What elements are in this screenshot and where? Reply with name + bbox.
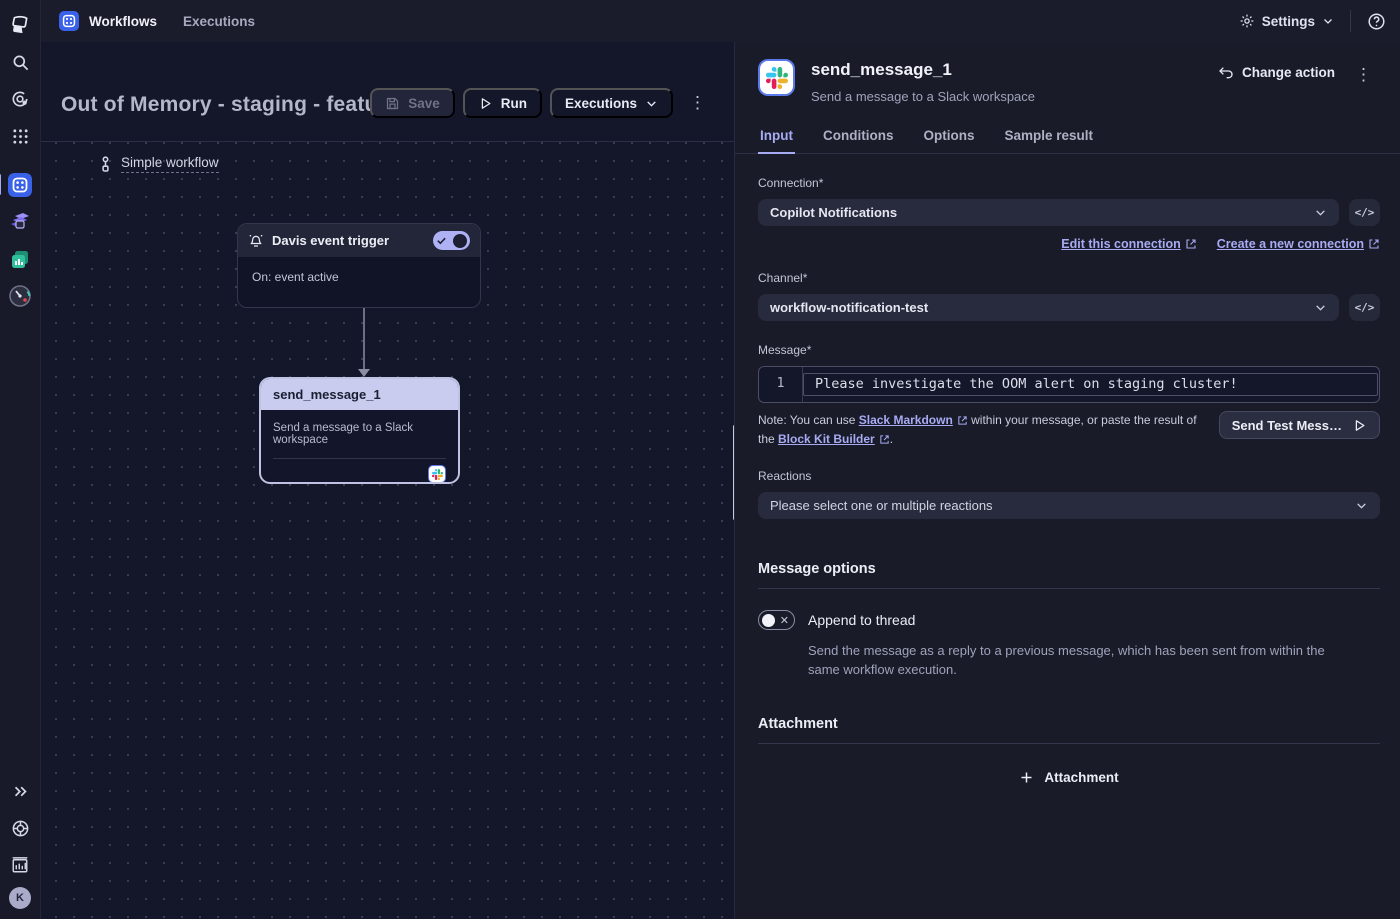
- usage-chart-icon[interactable]: [5, 850, 35, 880]
- workflows-app-icon[interactable]: [59, 11, 79, 31]
- rail-item-clouds-app[interactable]: [5, 207, 35, 237]
- help-button[interactable]: [1367, 12, 1386, 31]
- section-divider: [758, 588, 1380, 590]
- send-test-message-button[interactable]: Send Test Mess…: [1218, 411, 1380, 439]
- append-to-thread-description: Send the message as a reply to a previou…: [808, 643, 1325, 678]
- gear-icon: [1239, 13, 1255, 29]
- message-note: Note: You can use Slack Markdown within …: [758, 411, 1198, 449]
- slack-markdown-link[interactable]: Slack Markdown: [859, 411, 968, 430]
- chevron-down-icon: [1314, 206, 1327, 219]
- workflow-type-label: Simple workflow: [121, 155, 219, 173]
- add-attachment-button[interactable]: Attachment: [1009, 764, 1128, 791]
- line-number: 1: [759, 367, 803, 402]
- tab-sample-result[interactable]: Sample result: [1003, 122, 1096, 153]
- block-kit-builder-link[interactable]: Block Kit Builder: [778, 430, 890, 449]
- panel-title: send_message_1: [811, 60, 952, 79]
- action-node-selected[interactable]: send_message_1 Send a message to a Slack…: [260, 378, 459, 483]
- tab-conditions[interactable]: Conditions: [821, 122, 896, 153]
- message-options-heading: Message options: [758, 561, 876, 578]
- external-link-icon: [880, 435, 889, 444]
- trigger-node[interactable]: Davis event trigger On: event active: [237, 223, 481, 308]
- executions-dropdown[interactable]: Executions: [549, 88, 673, 118]
- panel-kebab-menu[interactable]: ⋮: [1347, 65, 1380, 85]
- message-editor[interactable]: 1 Please investigate the OOM alert on st…: [758, 366, 1380, 403]
- action-node-subtitle: Send a message to a Slack workspace: [273, 422, 413, 446]
- workflow-canvas[interactable]: Out of Memory - staging - feature… Save …: [41, 42, 734, 919]
- message-label: Message*: [758, 343, 812, 357]
- settings-button[interactable]: Settings: [1239, 13, 1334, 29]
- connection-label: Connection*: [758, 176, 824, 190]
- search-icon[interactable]: [5, 47, 35, 77]
- change-action-button[interactable]: Change action: [1218, 65, 1335, 80]
- app-rail: K: [0, 0, 41, 919]
- chevron-down-icon: [645, 97, 658, 110]
- active-app-indicator: [0, 174, 1, 195]
- chevron-down-icon: [1322, 15, 1334, 27]
- workflow-title: Out of Memory - staging - feature…: [61, 93, 370, 116]
- connection-select[interactable]: Copilot Notifications: [758, 199, 1339, 226]
- channel-label: Channel*: [758, 271, 808, 285]
- topbar: Workflows Executions Settings: [41, 0, 1400, 42]
- append-to-thread-label: Append to thread: [808, 612, 916, 629]
- save-icon: [385, 96, 400, 111]
- external-link-icon: [1369, 239, 1379, 249]
- topbar-divider: [1350, 10, 1351, 32]
- workflow-type-icon: [99, 155, 112, 173]
- external-link-icon: [958, 416, 967, 425]
- alarm-bell-icon: [248, 233, 264, 249]
- channel-code-button[interactable]: </>: [1349, 294, 1380, 321]
- play-icon: [478, 96, 493, 111]
- user-avatar[interactable]: K: [9, 887, 31, 909]
- panel-subtitle: Send a message to a Slack workspace: [811, 89, 1036, 104]
- trigger-node-subtitle: On: event active: [252, 270, 339, 284]
- expand-rail-icon[interactable]: [5, 776, 35, 806]
- copilot-icon[interactable]: [5, 84, 35, 114]
- external-link-icon: [1186, 239, 1196, 249]
- connection-code-button[interactable]: </>: [1349, 199, 1380, 226]
- nav-workflows[interactable]: Workflows: [89, 14, 157, 29]
- section-divider: [758, 743, 1380, 745]
- channel-select[interactable]: workflow-notification-test: [758, 294, 1339, 321]
- return-arrow-icon: [1218, 66, 1234, 80]
- message-input[interactable]: Please investigate the OOM alert on stag…: [803, 373, 1378, 396]
- canvas-kebab-menu[interactable]: ⋮: [681, 93, 714, 113]
- tab-options[interactable]: Options: [922, 122, 977, 153]
- panel-tabs: Input Conditions Options Sample result: [735, 122, 1400, 154]
- action-node-title: send_message_1: [261, 379, 458, 410]
- apps-grid-icon[interactable]: [5, 121, 35, 151]
- reactions-label: Reactions: [758, 469, 812, 484]
- tab-input[interactable]: Input: [758, 122, 795, 154]
- run-button[interactable]: Run: [462, 88, 542, 118]
- edit-connection-link[interactable]: Edit this connection: [1061, 237, 1196, 251]
- panel-resize-handle[interactable]: [733, 425, 734, 520]
- canvas-header: Out of Memory - staging - feature… Save …: [41, 42, 734, 142]
- dynatrace-logo-icon[interactable]: [5, 10, 35, 40]
- create-connection-link[interactable]: Create a new connection: [1217, 237, 1380, 251]
- trigger-node-title: Davis event trigger: [272, 233, 390, 248]
- workflow-type-chip[interactable]: Simple workflow: [99, 155, 219, 173]
- append-to-thread-toggle[interactable]: ✕: [758, 610, 795, 631]
- chevron-down-icon: [1314, 301, 1327, 314]
- panel-content: Connection* Copilot Notifications </> Ed…: [735, 154, 1400, 919]
- rail-item-gauge-app[interactable]: [5, 281, 35, 311]
- play-icon: [1355, 419, 1365, 431]
- edge-connector: [363, 308, 365, 370]
- edge-arrowhead: [358, 369, 370, 377]
- save-button[interactable]: Save: [370, 88, 455, 118]
- reactions-select[interactable]: Please select one or multiple reactions: [758, 492, 1380, 520]
- trigger-enabled-toggle[interactable]: [433, 231, 470, 250]
- plus-icon: [1021, 772, 1032, 783]
- slack-icon: [758, 59, 795, 96]
- attachment-heading: Attachment: [758, 716, 838, 733]
- slack-icon: [428, 465, 446, 482]
- chevron-down-icon: [1355, 499, 1368, 512]
- help-lifering-icon[interactable]: [5, 813, 35, 843]
- rail-item-dashboards-app[interactable]: [5, 244, 35, 274]
- nav-executions[interactable]: Executions: [183, 14, 255, 29]
- action-config-panel: send_message_1 Send a message to a Slack…: [734, 42, 1400, 919]
- rail-item-workflows-app[interactable]: [0, 170, 35, 200]
